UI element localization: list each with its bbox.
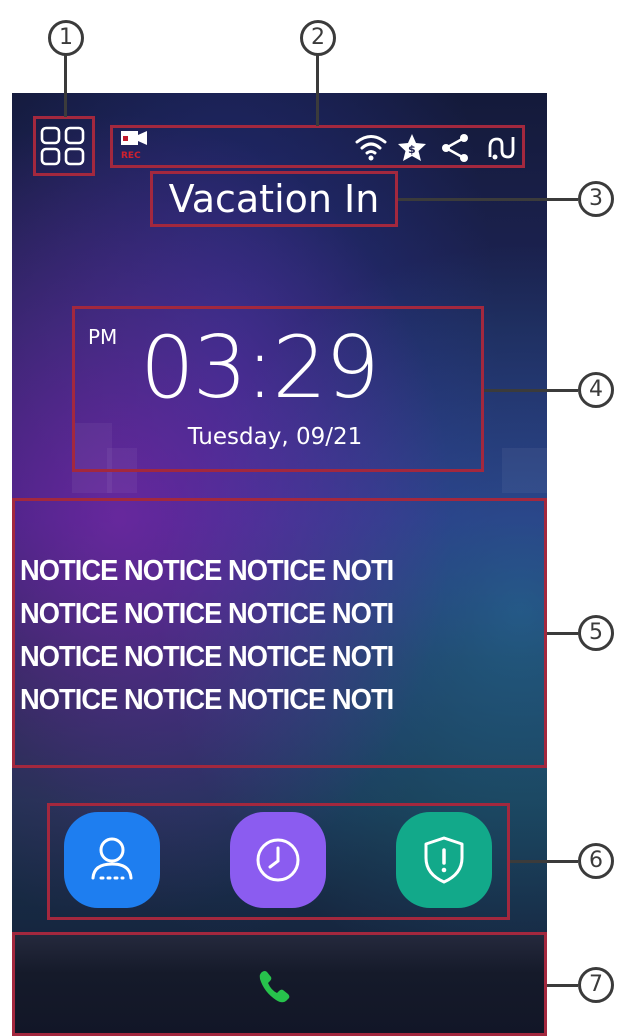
callout-badge-4: 4 <box>578 372 614 408</box>
callout-frame-apps <box>47 803 510 920</box>
leader-line <box>398 198 578 201</box>
leader-line <box>510 860 578 863</box>
leader-line <box>547 984 578 987</box>
callout-frame-clock <box>72 306 484 472</box>
leader-line <box>547 632 578 635</box>
leader-line <box>64 54 67 117</box>
callout-badge-7: 7 <box>578 967 614 1003</box>
leader-line <box>316 54 319 126</box>
callout-frame-status <box>110 125 525 168</box>
callout-badge-6: 6 <box>578 843 614 879</box>
callout-frame-notice <box>12 498 547 768</box>
callout-badge-3: 3 <box>578 181 614 217</box>
callout-badge-2: 2 <box>300 20 336 56</box>
leader-line <box>484 389 578 392</box>
background-decoration <box>502 448 547 493</box>
callout-badge-1: 1 <box>48 20 84 56</box>
callout-frame-title <box>150 171 398 227</box>
callout-frame-menu <box>33 116 95 176</box>
callout-badge-5: 5 <box>578 615 614 651</box>
callout-frame-call <box>12 932 547 1036</box>
